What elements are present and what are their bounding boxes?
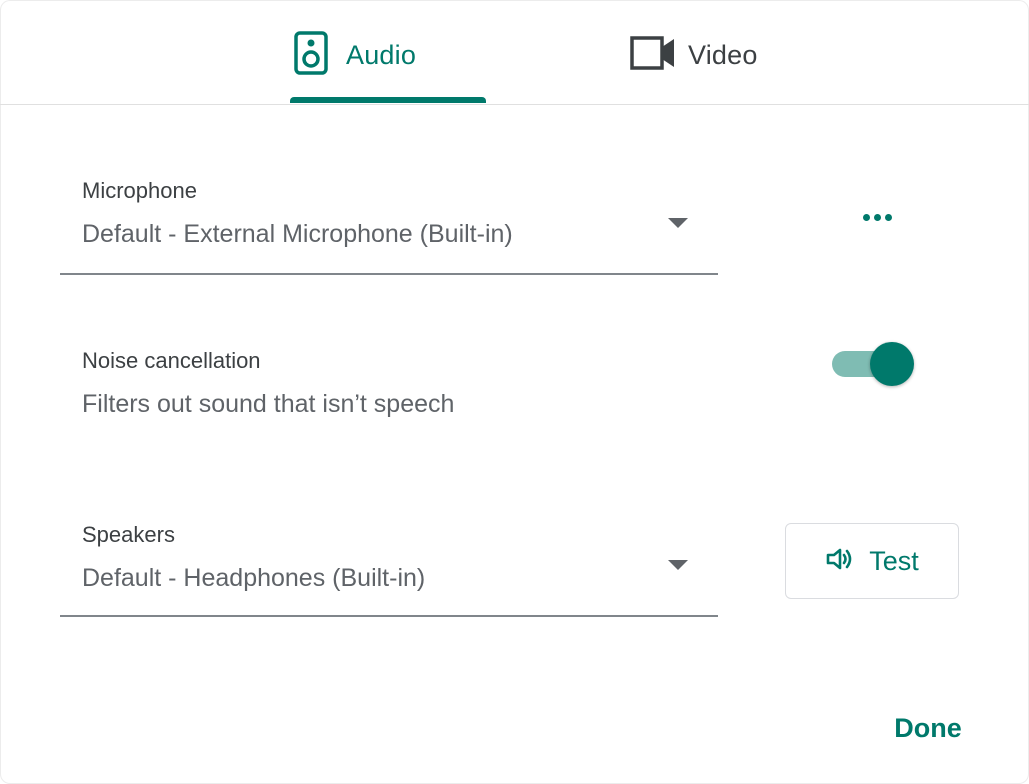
- microphone-value: Default - External Microphone (Built-in): [82, 220, 513, 248]
- more-horiz-icon: [862, 213, 892, 221]
- dropdown-arrow-icon: [668, 218, 688, 228]
- done-button[interactable]: Done: [880, 705, 976, 751]
- tab-bar: Audio Video: [0, 0, 1029, 105]
- tab-audio[interactable]: Audio: [294, 30, 416, 80]
- tab-video-label: Video: [688, 39, 758, 70]
- microphone-select[interactable]: Microphone Default - External Microphone…: [60, 170, 718, 275]
- noise-cancellation-toggle[interactable]: [832, 340, 916, 386]
- videocam-icon: [630, 35, 676, 76]
- microphone-label: Microphone: [82, 178, 197, 203]
- speaker-icon: [294, 30, 328, 80]
- selected-tab-indicator: [290, 97, 486, 103]
- dropdown-arrow-icon: [668, 560, 688, 570]
- toggle-thumb: [870, 342, 914, 386]
- tab-audio-label: Audio: [346, 39, 417, 70]
- test-speakers-button[interactable]: Test: [785, 523, 959, 599]
- volume-icon: [825, 546, 855, 577]
- speakers-value: Default - Headphones (Built-in): [82, 564, 426, 592]
- audio-settings-dialog: Audio Video Microphone Default - Externa…: [0, 0, 1029, 784]
- more-options-button[interactable]: [852, 200, 902, 234]
- test-button-label: Test: [869, 545, 919, 576]
- noise-cancellation-description: Filters out sound that isn’t speech: [82, 390, 455, 418]
- speakers-select[interactable]: Speakers Default - Headphones (Built-in): [60, 512, 718, 617]
- speakers-label: Speakers: [82, 522, 175, 547]
- tab-video[interactable]: Video: [630, 30, 758, 80]
- noise-cancellation-title: Noise cancellation: [82, 348, 261, 373]
